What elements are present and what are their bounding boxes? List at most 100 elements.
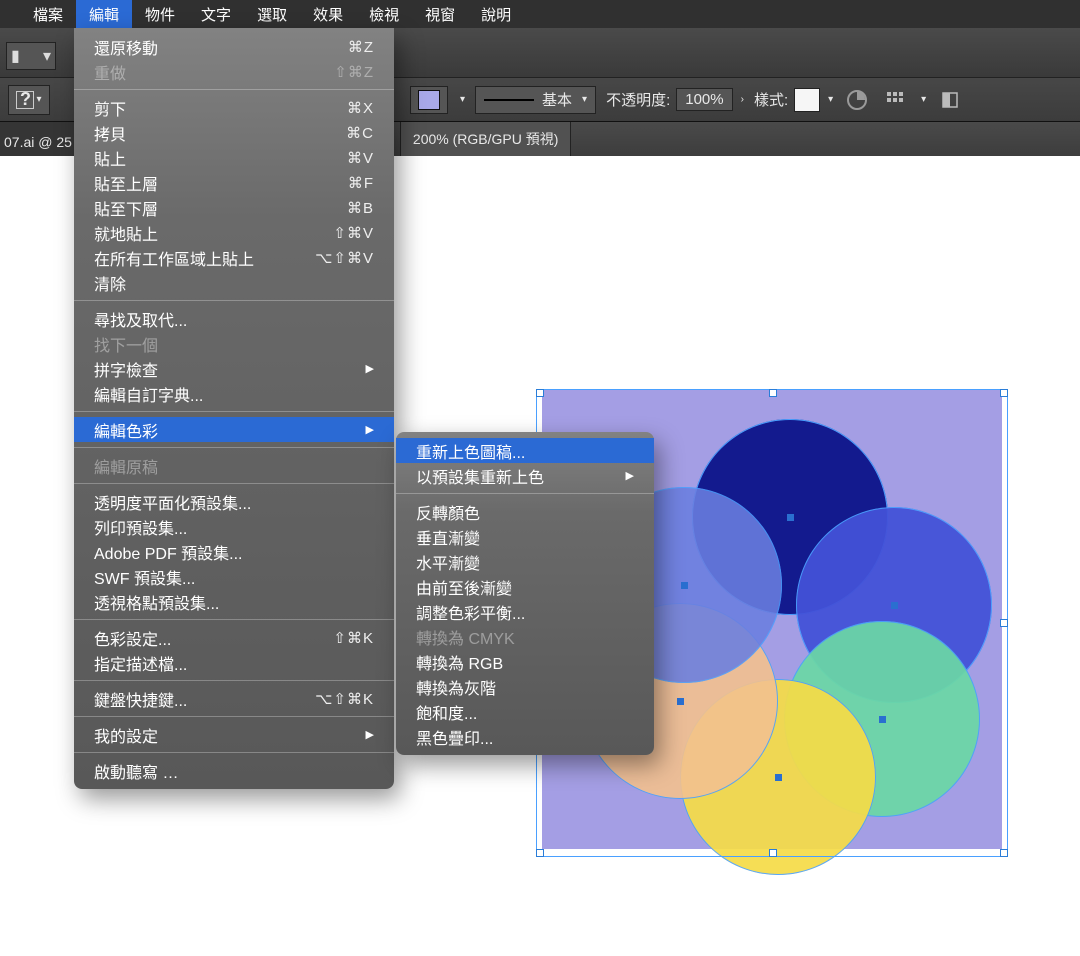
edit-menu-item[interactable]: 拷貝⌘C [74,120,394,145]
menu-item-shortcut: ⌘X [318,99,374,117]
color-submenu-item[interactable]: 轉換為灰階 [396,674,654,699]
anchor-point[interactable] [891,602,898,609]
submenu-arrow-icon: ▶ [366,728,374,741]
anchor-point[interactable] [879,716,886,723]
menu-file[interactable]: 檔案 [20,0,76,28]
edit-menu-item[interactable]: 就地貼上⇧⌘V [74,220,394,245]
selection-handle[interactable] [1000,389,1008,397]
align-icon[interactable] [881,86,909,114]
submenu-arrow-icon: ▶ [626,469,634,482]
anchor-point[interactable] [677,698,684,705]
menu-item-label: SWF 預設集... [94,565,195,589]
edit-menu-item[interactable]: 貼上⌘V [74,145,394,170]
edit-menu-item[interactable]: Adobe PDF 預設集... [74,539,394,564]
menu-item-shortcut: ⇧⌘K [318,629,374,647]
menu-item-shortcut: ⌘Z [318,38,374,56]
color-submenu-item[interactable]: 轉換為 RGB [396,649,654,674]
selection-handle[interactable] [769,849,777,857]
menu-item-label: 啟動聽寫 … [94,759,178,783]
menu-item-label: 水平漸變 [416,550,480,574]
menu-type[interactable]: 文字 [188,0,244,28]
edit-menu-item[interactable]: 色彩設定...⇧⌘K [74,625,394,650]
edit-menu-item[interactable]: 貼至下層⌘B [74,195,394,220]
anchor-point[interactable] [775,774,782,781]
menu-item-label: 調整色彩平衡... [416,600,525,624]
edit-menu-item[interactable]: 拼字檢查 ▶ [74,356,394,381]
color-submenu-item[interactable]: 以預設集重新上色 ▶ [396,463,654,488]
menu-item-label: 剪下 [94,96,126,120]
selection-handle[interactable] [769,389,777,397]
menu-item-label: 轉換為灰階 [416,675,496,699]
color-submenu-item[interactable]: 由前至後漸變 [396,574,654,599]
menu-item-label: 垂直漸變 [416,525,480,549]
menu-edit[interactable]: 編輯 [76,0,132,28]
menu-item-label: Adobe PDF 預設集... [94,540,243,564]
edit-menu-item[interactable]: 在所有工作區域上貼上⌥⇧⌘V [74,245,394,270]
color-submenu-item[interactable]: 重新上色圖稿... [396,438,654,463]
edit-menu-item[interactable]: 我的設定▶ [74,722,394,747]
selection-handle[interactable] [1000,619,1008,627]
align-icon: ▮ [11,46,20,66]
menubar: 檔案 編輯 物件 文字 選取 效果 檢視 視窗 說明 [0,0,1080,28]
edit-menu-item[interactable]: SWF 預設集... [74,564,394,589]
chevron-right-icon[interactable]: › [741,94,744,105]
menu-item-shortcut: ⌘C [318,124,374,142]
edit-menu-item[interactable]: 貼至上層⌘F [74,170,394,195]
image-placeholder-dropdown[interactable]: ? ▾ [8,85,50,115]
menu-select[interactable]: 選取 [244,0,300,28]
color-submenu-item[interactable]: 垂直漸變 [396,524,654,549]
menu-view[interactable]: 檢視 [356,0,412,28]
style-label: 樣式: [754,89,788,110]
edit-menu-item[interactable]: 尋找及取代... [74,306,394,331]
workspace-dropdown[interactable]: ▮ ▾ [6,42,56,70]
anchor-point[interactable] [681,582,688,589]
style-swatch[interactable] [794,88,820,112]
color-submenu-item[interactable]: 調整色彩平衡... [396,599,654,624]
edit-menu-item[interactable]: 鍵盤快捷鍵...⌥⇧⌘K [74,686,394,711]
edit-menu-item[interactable]: 清除 [74,270,394,295]
menu-item-label: 黑色疊印... [416,725,493,749]
menu-item-label: 列印預設集... [94,515,187,539]
edit-menu-item: 找下一個 [74,331,394,356]
stroke-style-dropdown[interactable]: 基本 ▾ [475,86,596,114]
doc-tab-fragment[interactable]: 07.ai @ 25 [0,122,80,156]
color-submenu-item[interactable]: 飽和度... [396,699,654,724]
recolor-icon[interactable] [843,86,871,114]
menu-item-shortcut: ⌥⇧⌘V [315,249,374,267]
selection-handle[interactable] [536,849,544,857]
edit-menu-item[interactable]: 編輯色彩▶ [74,417,394,442]
selection-handle[interactable] [1000,849,1008,857]
submenu-arrow-icon: ▶ [366,362,374,375]
edit-menu-item[interactable]: 透視格點預設集... [74,589,394,614]
menu-help[interactable]: 說明 [468,0,524,28]
edit-menu-item[interactable]: 透明度平面化預設集... [74,489,394,514]
anchor-point[interactable] [787,514,794,521]
menu-item-label: 拼字檢查 [94,357,158,381]
menu-item-label: 以預設集重新上色 [416,464,544,488]
edit-menu-item[interactable]: 指定描述檔... [74,650,394,675]
edit-menu-item[interactable]: 編輯自訂字典... [74,381,394,406]
opacity-label: 不透明度: [606,89,670,110]
selection-handle[interactable] [536,389,544,397]
menu-item-label: 透視格點預設集... [94,590,219,614]
menu-item-label: 由前至後漸變 [416,575,512,599]
chevron-down-icon: ▾ [582,94,587,105]
menu-item-label: 透明度平面化預設集... [94,490,251,514]
chevron-down-icon: ▾ [828,94,833,105]
doc-tab-active[interactable]: 200% (RGB/GPU 預視) [400,122,571,156]
menu-object[interactable]: 物件 [132,0,188,28]
color-submenu-item[interactable]: 黑色疊印... [396,724,654,749]
transform-icon[interactable] [936,86,964,114]
color-submenu-item[interactable]: 反轉顏色 [396,499,654,524]
fill-swatch[interactable] [410,86,448,114]
edit-menu-item[interactable]: 還原移動⌘Z [74,34,394,59]
edit-menu-item[interactable]: 啟動聽寫 … [74,758,394,783]
opacity-value[interactable]: 100% [676,88,732,111]
menu-effect[interactable]: 效果 [300,0,356,28]
menu-item-label: 鍵盤快捷鍵... [94,687,187,711]
menu-item-label: 重新上色圖稿... [416,439,525,463]
color-submenu-item[interactable]: 水平漸變 [396,549,654,574]
edit-menu-item[interactable]: 剪下 ⌘X [74,95,394,120]
menu-window[interactable]: 視窗 [412,0,468,28]
edit-menu-item[interactable]: 列印預設集... [74,514,394,539]
